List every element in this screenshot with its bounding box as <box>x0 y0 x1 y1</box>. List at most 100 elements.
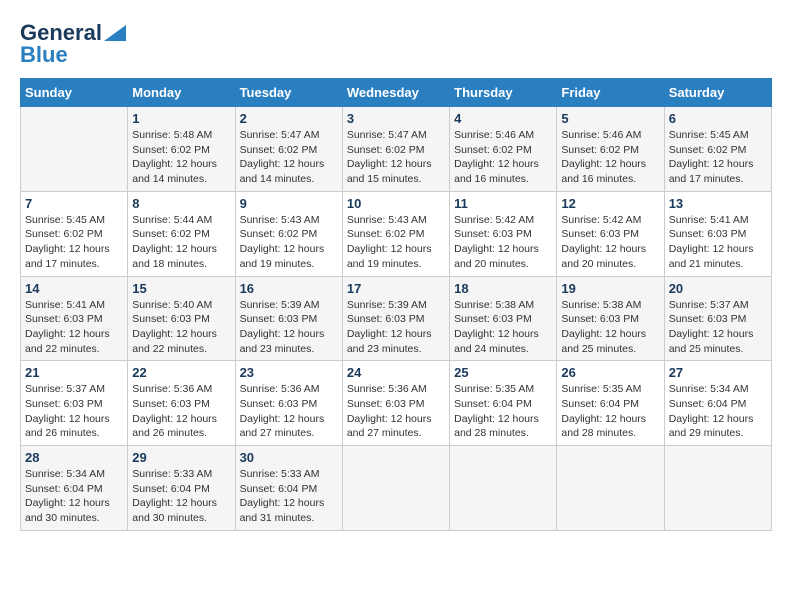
day-number: 7 <box>25 196 123 211</box>
calendar-cell: 30 Sunrise: 5:33 AM Sunset: 6:04 PM Dayli… <box>235 446 342 531</box>
calendar-week-row: 1 Sunrise: 5:48 AM Sunset: 6:02 PM Daylig… <box>21 107 772 192</box>
calendar-cell: 18 Sunrise: 5:38 AM Sunset: 6:03 PM Dayli… <box>450 276 557 361</box>
calendar-cell <box>557 446 664 531</box>
calendar-cell: 25 Sunrise: 5:35 AM Sunset: 6:04 PM Dayli… <box>450 361 557 446</box>
day-number: 27 <box>669 365 767 380</box>
weekday-header-row: SundayMondayTuesdayWednesdayThursdayFrid… <box>21 79 772 107</box>
calendar-cell: 17 Sunrise: 5:39 AM Sunset: 6:03 PM Dayli… <box>342 276 449 361</box>
day-info: Sunrise: 5:45 AM Sunset: 6:02 PM Dayligh… <box>669 128 767 187</box>
day-number: 1 <box>132 111 230 126</box>
calendar-cell: 16Sunrise: 5:39 AM Sunset: 6:03 PM Dayli… <box>235 276 342 361</box>
day-info: Sunrise: 5:46 AM Sunset: 6:02 PM Dayligh… <box>454 128 552 187</box>
calendar-cell: 13Sunrise: 5:41 AM Sunset: 6:03 PM Dayli… <box>664 191 771 276</box>
calendar-week-row: 7 Sunrise: 5:45 AM Sunset: 6:02 PM Daylig… <box>21 191 772 276</box>
calendar-cell: 9Sunrise: 5:43 AM Sunset: 6:02 PM Daylig… <box>235 191 342 276</box>
calendar-cell <box>342 446 449 531</box>
day-number: 10 <box>347 196 445 211</box>
day-info: Sunrise: 5:37 AM Sunset: 6:03 PM Dayligh… <box>669 298 767 357</box>
calendar-cell: 29Sunrise: 5:33 AM Sunset: 6:04 PM Dayli… <box>128 446 235 531</box>
day-number: 30 <box>240 450 338 465</box>
calendar-cell: 8 Sunrise: 5:44 AM Sunset: 6:02 PM Daylig… <box>128 191 235 276</box>
day-number: 12 <box>561 196 659 211</box>
calendar-cell: 22 Sunrise: 5:36 AM Sunset: 6:03 PM Dayli… <box>128 361 235 446</box>
day-number: 15 <box>132 281 230 296</box>
day-number: 28 <box>25 450 123 465</box>
day-number: 8 <box>132 196 230 211</box>
day-info: Sunrise: 5:41 AM Sunset: 6:03 PM Dayligh… <box>25 298 123 357</box>
day-number: 6 <box>669 111 767 126</box>
day-info: Sunrise: 5:43 AM Sunset: 6:02 PM Dayligh… <box>347 213 445 272</box>
calendar-week-row: 21 Sunrise: 5:37 AM Sunset: 6:03 PM Dayli… <box>21 361 772 446</box>
logo: General Blue <box>20 20 126 68</box>
day-number: 25 <box>454 365 552 380</box>
day-info: Sunrise: 5:35 AM Sunset: 6:04 PM Dayligh… <box>454 382 552 441</box>
logo-icon <box>104 25 126 41</box>
calendar-cell: 11Sunrise: 5:42 AM Sunset: 6:03 PM Dayli… <box>450 191 557 276</box>
day-number: 9 <box>240 196 338 211</box>
day-number: 13 <box>669 196 767 211</box>
day-info: Sunrise: 5:45 AM Sunset: 6:02 PM Dayligh… <box>25 213 123 272</box>
calendar-cell: 7 Sunrise: 5:45 AM Sunset: 6:02 PM Daylig… <box>21 191 128 276</box>
calendar-cell: 21 Sunrise: 5:37 AM Sunset: 6:03 PM Dayli… <box>21 361 128 446</box>
weekday-header: Tuesday <box>235 79 342 107</box>
calendar-cell <box>664 446 771 531</box>
day-number: 3 <box>347 111 445 126</box>
day-info: Sunrise: 5:36 AM Sunset: 6:03 PM Dayligh… <box>132 382 230 441</box>
day-number: 26 <box>561 365 659 380</box>
calendar-cell: 14Sunrise: 5:41 AM Sunset: 6:03 PM Dayli… <box>21 276 128 361</box>
calendar-cell: 5 Sunrise: 5:46 AM Sunset: 6:02 PM Daylig… <box>557 107 664 192</box>
day-number: 17 <box>347 281 445 296</box>
day-info: Sunrise: 5:36 AM Sunset: 6:03 PM Dayligh… <box>240 382 338 441</box>
calendar-cell: 26 Sunrise: 5:35 AM Sunset: 6:04 PM Dayli… <box>557 361 664 446</box>
day-number: 22 <box>132 365 230 380</box>
day-info: Sunrise: 5:33 AM Sunset: 6:04 PM Dayligh… <box>240 467 338 526</box>
calendar-cell: 24Sunrise: 5:36 AM Sunset: 6:03 PM Dayli… <box>342 361 449 446</box>
day-info: Sunrise: 5:46 AM Sunset: 6:02 PM Dayligh… <box>561 128 659 187</box>
day-info: Sunrise: 5:38 AM Sunset: 6:03 PM Dayligh… <box>454 298 552 357</box>
calendar-table: SundayMondayTuesdayWednesdayThursdayFrid… <box>20 78 772 531</box>
day-info: Sunrise: 5:42 AM Sunset: 6:03 PM Dayligh… <box>454 213 552 272</box>
day-info: Sunrise: 5:44 AM Sunset: 6:02 PM Dayligh… <box>132 213 230 272</box>
weekday-header: Saturday <box>664 79 771 107</box>
calendar-cell <box>21 107 128 192</box>
day-number: 21 <box>25 365 123 380</box>
day-info: Sunrise: 5:35 AM Sunset: 6:04 PM Dayligh… <box>561 382 659 441</box>
day-number: 16 <box>240 281 338 296</box>
calendar-cell: 27Sunrise: 5:34 AM Sunset: 6:04 PM Dayli… <box>664 361 771 446</box>
calendar-week-row: 28 Sunrise: 5:34 AM Sunset: 6:04 PM Dayli… <box>21 446 772 531</box>
weekday-header: Monday <box>128 79 235 107</box>
day-info: Sunrise: 5:40 AM Sunset: 6:03 PM Dayligh… <box>132 298 230 357</box>
day-number: 18 <box>454 281 552 296</box>
calendar-cell: 2 Sunrise: 5:47 AM Sunset: 6:02 PM Daylig… <box>235 107 342 192</box>
day-info: Sunrise: 5:47 AM Sunset: 6:02 PM Dayligh… <box>347 128 445 187</box>
day-info: Sunrise: 5:38 AM Sunset: 6:03 PM Dayligh… <box>561 298 659 357</box>
day-info: Sunrise: 5:33 AM Sunset: 6:04 PM Dayligh… <box>132 467 230 526</box>
calendar-cell: 23 Sunrise: 5:36 AM Sunset: 6:03 PM Dayli… <box>235 361 342 446</box>
day-info: Sunrise: 5:48 AM Sunset: 6:02 PM Dayligh… <box>132 128 230 187</box>
calendar-week-row: 14Sunrise: 5:41 AM Sunset: 6:03 PM Dayli… <box>21 276 772 361</box>
day-number: 20 <box>669 281 767 296</box>
day-info: Sunrise: 5:37 AM Sunset: 6:03 PM Dayligh… <box>25 382 123 441</box>
calendar-cell: 28 Sunrise: 5:34 AM Sunset: 6:04 PM Dayli… <box>21 446 128 531</box>
calendar-cell: 3 Sunrise: 5:47 AM Sunset: 6:02 PM Daylig… <box>342 107 449 192</box>
day-info: Sunrise: 5:47 AM Sunset: 6:02 PM Dayligh… <box>240 128 338 187</box>
day-info: Sunrise: 5:42 AM Sunset: 6:03 PM Dayligh… <box>561 213 659 272</box>
weekday-header: Sunday <box>21 79 128 107</box>
day-info: Sunrise: 5:39 AM Sunset: 6:03 PM Dayligh… <box>347 298 445 357</box>
calendar-cell: 15 Sunrise: 5:40 AM Sunset: 6:03 PM Dayli… <box>128 276 235 361</box>
calendar-cell: 12 Sunrise: 5:42 AM Sunset: 6:03 PM Dayli… <box>557 191 664 276</box>
page-header: General Blue <box>20 20 772 68</box>
day-number: 2 <box>240 111 338 126</box>
day-number: 19 <box>561 281 659 296</box>
calendar-cell: 1 Sunrise: 5:48 AM Sunset: 6:02 PM Daylig… <box>128 107 235 192</box>
weekday-header: Friday <box>557 79 664 107</box>
day-number: 23 <box>240 365 338 380</box>
calendar-cell: 4 Sunrise: 5:46 AM Sunset: 6:02 PM Daylig… <box>450 107 557 192</box>
day-info: Sunrise: 5:34 AM Sunset: 6:04 PM Dayligh… <box>25 467 123 526</box>
day-number: 5 <box>561 111 659 126</box>
weekday-header: Thursday <box>450 79 557 107</box>
day-info: Sunrise: 5:36 AM Sunset: 6:03 PM Dayligh… <box>347 382 445 441</box>
weekday-header: Wednesday <box>342 79 449 107</box>
calendar-cell: 6 Sunrise: 5:45 AM Sunset: 6:02 PM Daylig… <box>664 107 771 192</box>
day-number: 4 <box>454 111 552 126</box>
